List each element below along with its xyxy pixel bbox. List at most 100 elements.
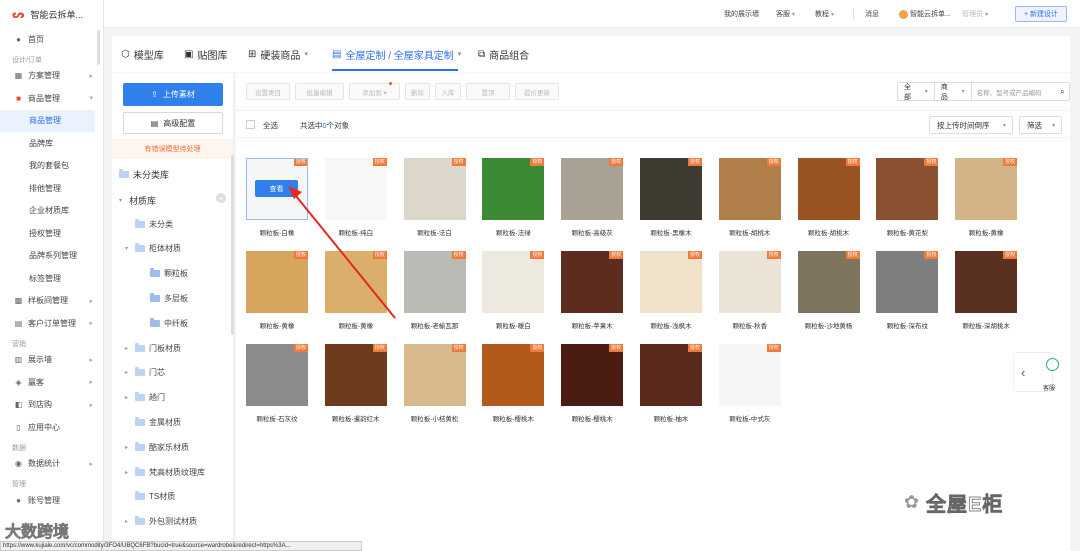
tree-item[interactable]: ▸ 门芯 bbox=[125, 363, 165, 383]
tab-product-combo[interactable]: ⧉ 商品组合 bbox=[478, 36, 529, 72]
field-select[interactable]: 商品 ▾ bbox=[935, 83, 972, 101]
material-thumbnail[interactable] bbox=[561, 344, 624, 406]
toolbar-button[interactable]: 添加到 ▾ bbox=[349, 82, 400, 100]
material-thumbnail[interactable] bbox=[246, 251, 308, 313]
material-thumbnail[interactable] bbox=[403, 344, 466, 406]
tutorial-menu[interactable]: 教程 ▾ bbox=[815, 9, 834, 19]
select-all-checkbox[interactable] bbox=[246, 120, 255, 129]
material-card[interactable]: 授权 查看 颗粒板-白橡 bbox=[246, 158, 308, 240]
sort-select[interactable]: 按上传时间倒序 ▾ bbox=[929, 116, 1013, 134]
tree-item[interactable]: 未分类 bbox=[125, 214, 173, 234]
nav-sub-package[interactable]: 我的套餐包 bbox=[0, 155, 103, 178]
error-model-notice[interactable]: 有错误模型待处理 bbox=[112, 139, 233, 159]
tab-model-library[interactable]: ⬡ 模型库 bbox=[121, 36, 164, 72]
search-icon[interactable]: ⌕ bbox=[1056, 83, 1069, 100]
material-thumbnail[interactable] bbox=[324, 158, 387, 220]
nav-showroom[interactable]: ▥ 展示墙 ▸ bbox=[0, 349, 103, 372]
toolbar-button[interactable]: 入库 bbox=[435, 83, 461, 100]
nav-data-stats[interactable]: ◉ 数据统计 ▸ bbox=[0, 453, 103, 476]
tree-item[interactable]: ▸ 趟门 bbox=[125, 388, 165, 408]
upload-material-button[interactable]: ⇪ 上传素材 bbox=[123, 83, 223, 106]
material-thumbnail[interactable] bbox=[482, 344, 545, 406]
tree-material-root[interactable]: ▾ 材质库 + bbox=[119, 190, 229, 210]
nav-sub-exclusive[interactable]: 排他管理 bbox=[0, 177, 103, 200]
nav-sub-enterprise-material[interactable]: 企业材质库 bbox=[0, 200, 103, 223]
tab-whole-house-custom[interactable]: ▤ 全屋定制 / 全屋家具定制 ▾ bbox=[332, 36, 461, 72]
user-menu[interactable]: 智能云拆单... bbox=[899, 9, 951, 19]
scope-select[interactable]: 全部 ▾ bbox=[898, 83, 935, 101]
nav-scrollbar[interactable] bbox=[97, 30, 100, 65]
toolbar-button[interactable]: 置顶 bbox=[466, 83, 510, 100]
material-card[interactable]: 授权 颗粒板-中式灰 bbox=[718, 344, 781, 426]
material-thumbnail[interactable] bbox=[561, 158, 624, 220]
material-card[interactable]: 授权 颗粒板-苹果木 bbox=[561, 251, 624, 333]
material-card[interactable]: 授权 颗粒板-樱桃木 bbox=[561, 344, 624, 426]
material-thumbnail[interactable] bbox=[797, 251, 860, 313]
my-showroom-link[interactable]: 我的展示墙 bbox=[724, 9, 759, 19]
material-card[interactable]: 授权 颗粒板-秋香 bbox=[718, 251, 781, 333]
tree-item[interactable]: 金属材质 bbox=[125, 412, 181, 432]
tree-item[interactable]: ▸ 外包测试材质 bbox=[125, 512, 197, 532]
material-card[interactable]: 授权 颗粒板-石灰纹 bbox=[246, 344, 308, 426]
help-widget[interactable]: 客服 bbox=[1042, 358, 1064, 392]
material-card[interactable]: 授权 颗粒板-深胡桃木 bbox=[955, 251, 1018, 333]
nav-product[interactable]: ■ 商品管理 ▾ bbox=[0, 87, 103, 110]
material-card[interactable]: 授权 颗粒板-黄橡 bbox=[246, 251, 308, 333]
material-card[interactable]: 授权 颗粒板-小桔黄松 bbox=[403, 344, 466, 426]
material-thumbnail[interactable] bbox=[324, 344, 387, 406]
toolbar-button[interactable]: 删除 bbox=[405, 83, 430, 100]
select-all-label[interactable]: 全选 bbox=[263, 120, 278, 131]
material-card[interactable]: 授权 颗粒板-法绿 bbox=[482, 158, 545, 240]
material-thumbnail[interactable] bbox=[561, 251, 624, 313]
tree-item[interactable]: ▸ 门板材质 bbox=[125, 338, 181, 358]
new-design-button[interactable]: + 新建设计 bbox=[1015, 6, 1067, 22]
tab-hardware-products[interactable]: ⊞ 硬装商品 ▾ bbox=[248, 36, 308, 72]
chevron-left-icon[interactable]: ‹ bbox=[1021, 365, 1025, 380]
tree-item[interactable]: TS材质 bbox=[125, 487, 175, 507]
search-input[interactable]: 名称、型号或产品编码 bbox=[972, 83, 1056, 100]
material-card[interactable]: 授权 颗粒板-柚木 bbox=[640, 344, 702, 426]
nav-customer-order[interactable]: ▤ 客户订单管理 ▸ bbox=[0, 312, 103, 335]
nav-sample-room[interactable]: ▩ 样板间管理 ▸ bbox=[0, 290, 103, 313]
material-thumbnail[interactable] bbox=[482, 251, 545, 313]
material-card[interactable]: 授权 颗粒板-纯白 bbox=[324, 158, 387, 240]
filter-select[interactable]: 筛选 ▾ bbox=[1019, 116, 1062, 134]
nav-win-customer[interactable]: ◈ 赢客 ▸ bbox=[0, 371, 103, 394]
material-thumbnail[interactable] bbox=[482, 158, 545, 220]
nav-app-center[interactable]: ▯ 应用中心 bbox=[0, 416, 103, 439]
nav-sub-brand-series[interactable]: 品牌系列管理 bbox=[0, 245, 103, 268]
tree-uncategorized-root[interactable]: 未分类库 bbox=[119, 164, 169, 184]
nav-account[interactable]: ● 账号管理 bbox=[0, 489, 103, 512]
view-button[interactable]: 查看 bbox=[255, 180, 298, 197]
material-thumbnail[interactable] bbox=[876, 158, 939, 220]
toolbar-button[interactable]: 批量编辑 bbox=[295, 83, 344, 100]
material-card[interactable]: 授权 颗粒板-法白 bbox=[403, 158, 466, 240]
material-card[interactable]: 授权 颗粒板-深布纹 bbox=[876, 251, 939, 333]
advanced-config-button[interactable]: ▤ 高级配置 bbox=[123, 112, 223, 134]
category-scrollbar[interactable] bbox=[231, 155, 234, 335]
material-thumbnail[interactable] bbox=[718, 344, 781, 406]
material-thumbnail[interactable] bbox=[246, 344, 308, 406]
material-card[interactable]: 授权 颗粒板-樱桃木 bbox=[482, 344, 545, 426]
material-card[interactable]: 授权 颗粒板-胡桃木 bbox=[718, 158, 781, 240]
app-logo[interactable]: ᔕ 智能云拆单... bbox=[0, 0, 103, 28]
material-thumbnail[interactable] bbox=[640, 158, 702, 220]
nav-sub-tags[interactable]: 标签管理 bbox=[0, 267, 103, 290]
toolbar-button[interactable]: 设置类目 bbox=[246, 83, 290, 100]
material-card[interactable]: 授权 颗粒板-黑橡木 bbox=[640, 158, 702, 240]
material-card[interactable]: 授权 颗粒板-暖白 bbox=[482, 251, 545, 333]
nav-sub-brand-library[interactable]: 品牌库 bbox=[0, 132, 103, 155]
nav-sub-product-manage[interactable]: 商品管理 bbox=[0, 109, 95, 132]
material-card[interactable]: 授权 颗粒板-暹韵红木 bbox=[324, 344, 387, 426]
material-thumbnail[interactable] bbox=[640, 251, 702, 313]
tree-item[interactable]: 颗粒板 bbox=[140, 264, 188, 284]
tree-item[interactable]: ▸ 酷家乐材质 bbox=[125, 437, 189, 457]
material-thumbnail[interactable] bbox=[403, 251, 466, 313]
role-selector[interactable]: 管理员 ▾ bbox=[962, 9, 988, 19]
material-thumbnail[interactable] bbox=[718, 158, 781, 220]
material-thumbnail[interactable] bbox=[403, 158, 466, 220]
nav-scheme[interactable]: ▦ 方案管理 ▸ bbox=[0, 65, 103, 88]
tab-texture-library[interactable]: ▣ 贴图库 bbox=[184, 36, 227, 72]
material-card[interactable]: 授权 颗粒板-高级灰 bbox=[561, 158, 624, 240]
material-card[interactable]: 授权 颗粒板-黄橡 bbox=[955, 158, 1018, 240]
